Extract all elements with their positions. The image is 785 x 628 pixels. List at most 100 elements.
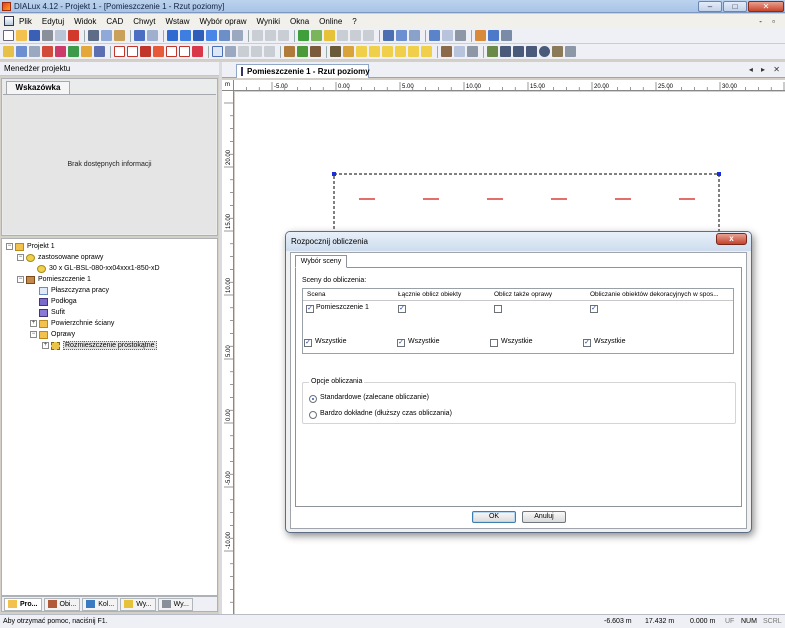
select-all-objects-checkbox[interactable] [397, 339, 405, 347]
hatch-icon[interactable] [552, 46, 563, 57]
dropdown-arrow-icon[interactable] [565, 46, 576, 57]
edit-disabled-icon[interactable] [278, 30, 289, 41]
menu-wstaw[interactable]: Wstaw [160, 17, 194, 26]
open-folder-icon[interactable] [16, 30, 27, 41]
column-header-scene[interactable]: Scena [307, 291, 325, 298]
tree-item-ceiling[interactable]: Sufit [2, 307, 217, 318]
line-icon[interactable] [500, 46, 511, 57]
arrange-icon[interactable] [192, 46, 203, 57]
print-icon[interactable] [42, 30, 53, 41]
menu-help[interactable]: ? [347, 17, 361, 26]
tree-item-luminaire-type[interactable]: 30 x GL-BSL-080-xx04xxx1-850-xD [2, 263, 217, 274]
new-file-icon[interactable] [3, 30, 14, 41]
zoom-icon[interactable] [225, 46, 236, 57]
snap-icon[interactable] [42, 46, 53, 57]
door-icon[interactable] [310, 46, 321, 57]
pan-icon[interactable] [251, 46, 262, 57]
pdf-icon[interactable] [68, 30, 79, 41]
menu-widok[interactable]: Widok [69, 17, 101, 26]
dropdown-arrow-icon[interactable] [455, 30, 466, 41]
view-section-icon[interactable] [219, 30, 230, 41]
standard-calculation-label[interactable]: Standardowe (zalecane obliczanie) [320, 394, 429, 401]
view-mode-icon[interactable] [442, 30, 453, 41]
pointer-icon[interactable] [212, 46, 223, 57]
collapse-icon[interactable]: − [17, 276, 24, 283]
paste-icon[interactable] [114, 30, 125, 41]
document-icon[interactable] [4, 16, 14, 26]
expand-icon[interactable]: + [30, 320, 37, 327]
view-3d-icon[interactable] [167, 30, 178, 41]
tree-item-wall-surfaces[interactable]: + Powierzchnie ściany [2, 318, 217, 329]
curve-icon[interactable] [526, 46, 537, 57]
arrange-icon[interactable] [127, 46, 138, 57]
objects-checkbox[interactable] [398, 305, 406, 313]
tab-luminaire-selection[interactable]: Wy... [120, 597, 156, 611]
furniture-icon[interactable] [284, 46, 295, 57]
precise-calculation-radio[interactable] [309, 411, 317, 419]
view-front-icon[interactable] [193, 30, 204, 41]
arrange-icon[interactable] [140, 46, 151, 57]
view-side-icon[interactable] [206, 30, 217, 41]
column-header-decor[interactable]: Obliczanie obiektów dekoracyjnych w spos… [590, 291, 719, 298]
zoom-window-icon[interactable] [232, 30, 243, 41]
arrange-icon[interactable] [114, 46, 125, 57]
close-button[interactable]: ✕ [748, 0, 784, 12]
cancel-button[interactable]: Anuluj [522, 511, 566, 523]
collapse-icon[interactable]: − [6, 243, 13, 250]
luminaire-icon[interactable] [324, 30, 335, 41]
tab-objects[interactable]: Obi... [43, 597, 81, 611]
arrange-icon[interactable] [166, 46, 177, 57]
standard-calculation-radio[interactable] [309, 395, 317, 403]
snap-icon[interactable] [81, 46, 92, 57]
menu-cad[interactable]: CAD [101, 17, 128, 26]
snap-icon[interactable] [29, 46, 40, 57]
menu-online[interactable]: Online [314, 17, 347, 26]
tree-item-room[interactable]: − Pomieszczenie 1 [2, 274, 217, 285]
calc-room-icon[interactable] [311, 30, 322, 41]
output-disabled-icon[interactable] [363, 30, 374, 41]
snap-icon[interactable] [68, 46, 79, 57]
print-preview-icon[interactable] [55, 30, 66, 41]
maximize-button[interactable]: □ [723, 0, 747, 12]
tab-scene-selection[interactable]: Wybór sceny [295, 255, 347, 268]
shape-icon[interactable] [408, 46, 419, 57]
menu-wybor-opraw[interactable]: Wybór opraw [194, 17, 251, 26]
save-icon[interactable] [29, 30, 40, 41]
select-all-scenes-checkbox[interactable] [304, 339, 312, 347]
guide-icon[interactable] [475, 30, 486, 41]
snap-icon[interactable] [3, 46, 14, 57]
chart-icon[interactable] [383, 30, 394, 41]
view-top-icon[interactable] [180, 30, 191, 41]
chart-icon[interactable] [409, 30, 420, 41]
select-all-decor-checkbox[interactable] [583, 339, 591, 347]
tab-colors[interactable]: Kol... [82, 597, 119, 611]
calc-green-icon[interactable] [298, 30, 309, 41]
tree-item-project[interactable]: − Projekt 1 [2, 241, 217, 252]
chart-icon[interactable] [396, 30, 407, 41]
arrange-icon[interactable] [153, 46, 164, 57]
tree-item-luminaires[interactable]: − Oprawy [2, 329, 217, 340]
dialog-close-button[interactable]: x [716, 233, 747, 245]
tree-item-work-plane[interactable]: Płaszczyzna pracy [2, 285, 217, 296]
corner-handle[interactable] [332, 172, 336, 176]
rotate-icon[interactable] [238, 46, 249, 57]
copy-icon[interactable] [101, 30, 112, 41]
material-icon[interactable] [343, 46, 354, 57]
arrange-icon[interactable] [179, 46, 190, 57]
tree-item-used-luminaires[interactable]: − zastosowane oprawy [2, 252, 217, 263]
menu-okna[interactable]: Okna [285, 17, 314, 26]
texture-icon[interactable] [441, 46, 452, 57]
minimize-button[interactable]: – [698, 0, 722, 12]
corner-handle[interactable] [717, 172, 721, 176]
decor-checkbox[interactable] [590, 305, 598, 313]
tab-floor-plan[interactable]: Pomieszczenie 1 - Rzut poziomy [236, 64, 370, 78]
shape-icon[interactable] [382, 46, 393, 57]
shape-icon[interactable] [421, 46, 432, 57]
shape-icon[interactable] [395, 46, 406, 57]
tree-item-floor[interactable]: Podłoga [2, 296, 217, 307]
walk-icon[interactable] [264, 46, 275, 57]
menu-edytuj[interactable]: Edytuj [37, 17, 69, 26]
measure-icon[interactable] [487, 46, 498, 57]
snap-icon[interactable] [16, 46, 27, 57]
menu-chwyt[interactable]: Chwyt [128, 17, 160, 26]
